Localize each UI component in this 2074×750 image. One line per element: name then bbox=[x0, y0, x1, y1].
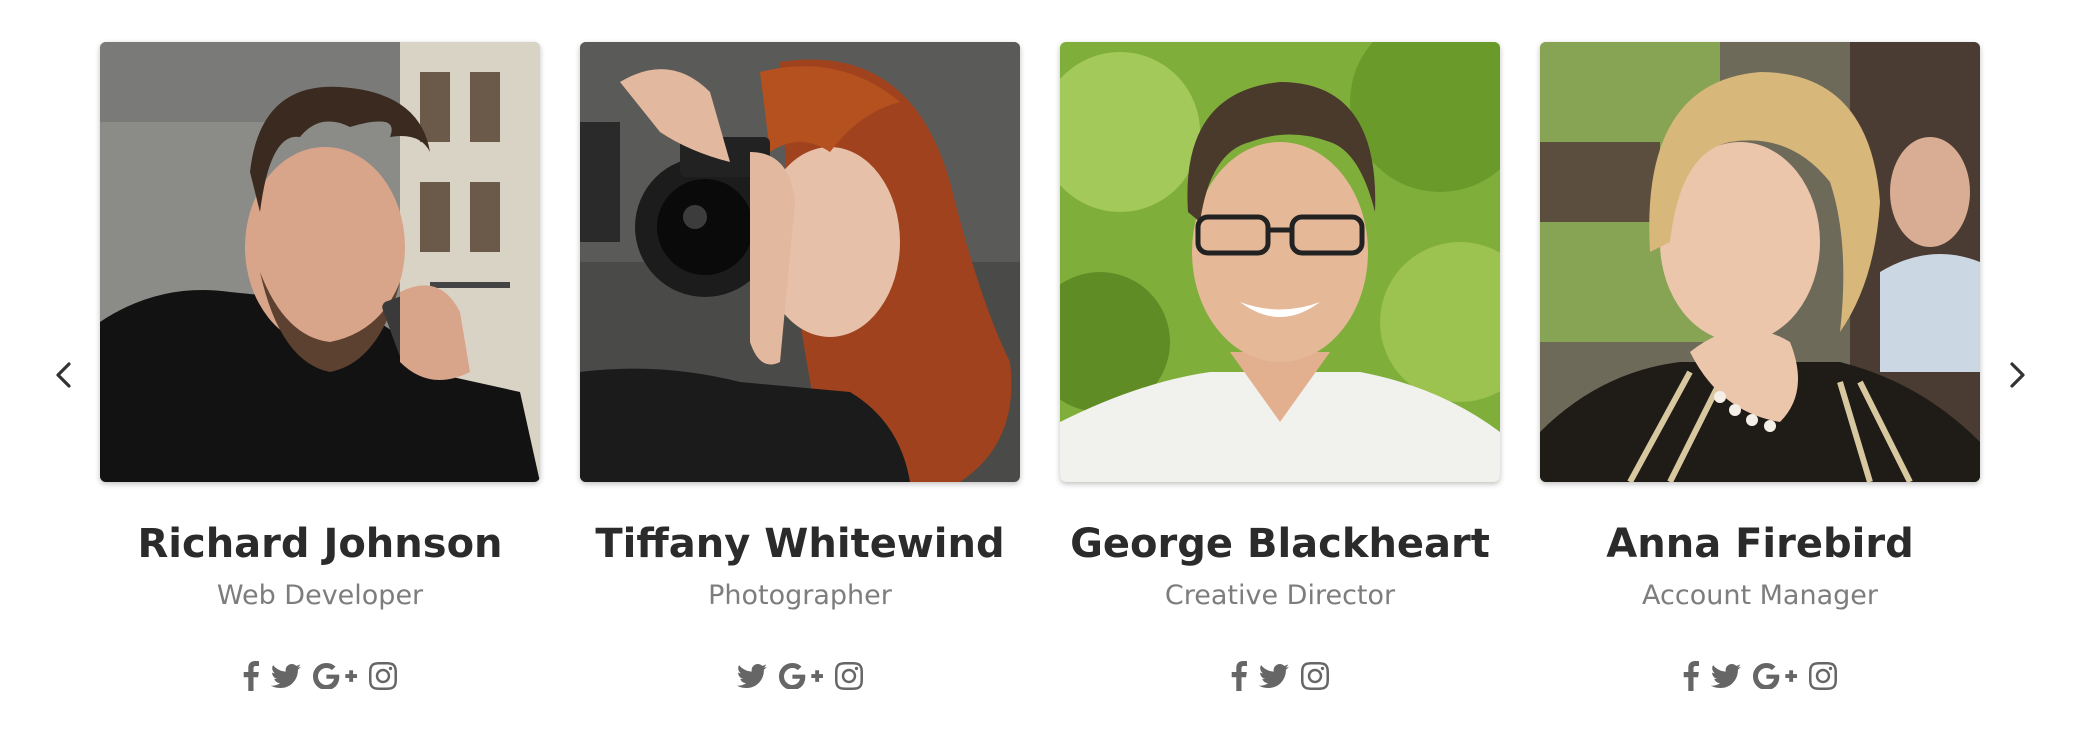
member-photo bbox=[1540, 42, 1980, 482]
facebook-icon[interactable] bbox=[1231, 660, 1247, 692]
member-photo bbox=[580, 42, 1020, 482]
member-name: George Blackheart bbox=[1070, 521, 1490, 567]
team-card: George Blackheart Creative Director bbox=[1060, 42, 1500, 694]
instagram-icon[interactable] bbox=[369, 660, 397, 692]
social-links bbox=[1060, 658, 1500, 694]
chevron-left-icon bbox=[56, 362, 71, 388]
instagram-icon[interactable] bbox=[1809, 660, 1837, 692]
twitter-icon[interactable] bbox=[271, 660, 301, 692]
member-role: Creative Director bbox=[1164, 580, 1396, 611]
twitter-icon[interactable] bbox=[737, 660, 767, 692]
carousel-next-button[interactable] bbox=[1997, 355, 2037, 395]
team-carousel: Richard Johnson Web Developer Tiffany Wh… bbox=[0, 0, 2074, 750]
google-plus-icon[interactable] bbox=[779, 660, 823, 692]
member-role: Account Manager bbox=[1642, 580, 1878, 611]
member-name: Richard Johnson bbox=[137, 521, 503, 567]
chevron-right-icon bbox=[2010, 362, 2025, 388]
twitter-icon[interactable] bbox=[1711, 660, 1741, 692]
team-card: Anna Firebird Account Manager bbox=[1540, 42, 1980, 694]
social-links bbox=[580, 658, 1020, 694]
member-photo bbox=[100, 42, 540, 482]
twitter-icon[interactable] bbox=[1259, 660, 1289, 692]
team-card: Tiffany Whitewind Photographer bbox=[580, 42, 1020, 694]
carousel-prev-button[interactable] bbox=[44, 355, 84, 395]
facebook-icon[interactable] bbox=[243, 660, 259, 692]
social-links bbox=[100, 658, 540, 694]
instagram-icon[interactable] bbox=[1301, 660, 1329, 692]
member-name: Tiffany Whitewind bbox=[595, 521, 1005, 567]
member-photo bbox=[1060, 42, 1500, 482]
social-links bbox=[1540, 658, 1980, 694]
facebook-icon[interactable] bbox=[1683, 660, 1699, 692]
member-role: Web Developer bbox=[216, 580, 424, 611]
google-plus-icon[interactable] bbox=[1753, 660, 1797, 692]
instagram-icon[interactable] bbox=[835, 660, 863, 692]
member-role: Photographer bbox=[708, 580, 892, 611]
google-plus-icon[interactable] bbox=[313, 660, 357, 692]
team-card: Richard Johnson Web Developer bbox=[100, 42, 540, 694]
member-name: Anna Firebird bbox=[1606, 521, 1914, 567]
